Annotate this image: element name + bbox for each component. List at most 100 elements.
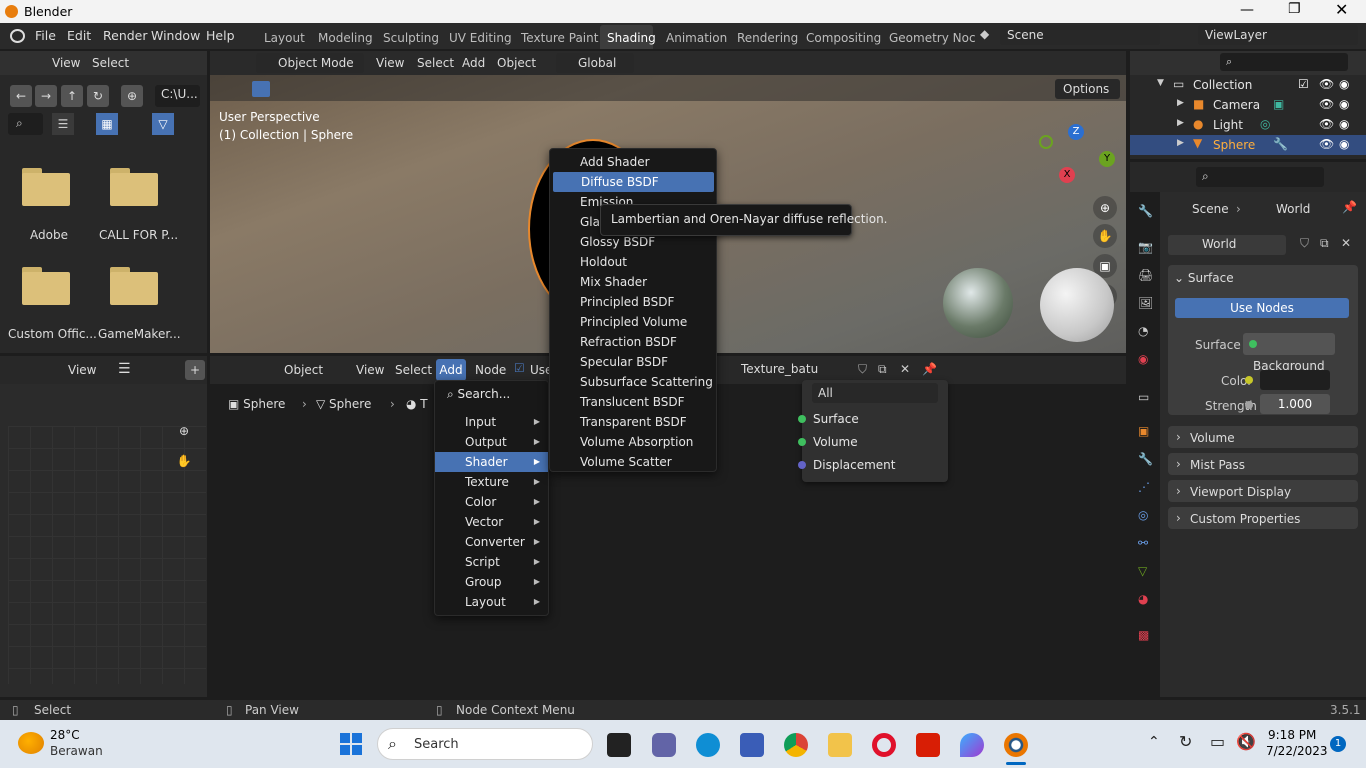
unlink-icon[interactable]: ✕ [900, 362, 910, 376]
folder-label[interactable]: CALL FOR P... [99, 228, 178, 242]
collection-tab-icon[interactable]: ▭ [1138, 390, 1149, 404]
display-list-icon[interactable]: ☰ [52, 113, 74, 135]
unlink-icon[interactable]: ✕ [1341, 236, 1351, 250]
surface-shader-field[interactable]: Background [1243, 333, 1335, 373]
view-layer-tab-icon[interactable]: 🖼 [1138, 296, 1153, 310]
gizmo-x-axis[interactable]: X [1059, 167, 1075, 183]
visibility-icon[interactable]: 👁 [1319, 137, 1334, 151]
shader-type-dropdown[interactable]: Object [256, 360, 342, 380]
network-icon[interactable]: ▭ [1210, 732, 1225, 751]
expand-icon[interactable]: ▶ [1177, 118, 1184, 128]
particles-tab-icon[interactable]: ⋰ [1138, 480, 1150, 494]
opera-icon[interactable] [872, 733, 896, 757]
transform-orientation-dropdown[interactable]: Global [556, 53, 634, 73]
fake-user-icon[interactable]: ⛉ [858, 362, 867, 377]
gizmo-neg-y[interactable] [1039, 135, 1053, 149]
file-browser-select[interactable]: Select [92, 56, 129, 70]
add-menu-item[interactable]: Texture ▶ [435, 472, 548, 492]
surface-panel-header[interactable]: ⌄ Surface [1174, 271, 1234, 285]
object-mode-dropdown[interactable]: Object Mode [256, 53, 364, 73]
pin-icon[interactable]: 📌 [922, 362, 937, 376]
shader-menu-item[interactable]: Principled BSDF [550, 292, 716, 312]
new-image-button[interactable]: + [185, 360, 205, 380]
file-explorer-icon[interactable] [828, 733, 852, 757]
fake-user-icon[interactable]: ⛉ [1300, 236, 1309, 251]
outliner-row-selected[interactable]: ▶ ▼ Sphere 🔧 👁 ◉ [1130, 135, 1366, 155]
world-selector[interactable]: World [1168, 235, 1286, 255]
tab-rendering[interactable]: Rendering [737, 31, 798, 45]
add-menu-item[interactable]: Input ▶ [435, 412, 548, 432]
shader-menu-item[interactable]: Add Shader [550, 152, 716, 172]
world-tab-icon[interactable]: ◉ [1138, 352, 1148, 366]
texture-tab-icon[interactable]: ▩ [1138, 628, 1149, 642]
folder-label[interactable]: GameMaker... [98, 327, 181, 341]
edge-icon[interactable] [696, 733, 720, 757]
weather-icon[interactable] [18, 732, 44, 754]
node-view-menu[interactable]: View [356, 363, 384, 377]
notification-badge[interactable]: 1 [1330, 736, 1346, 752]
material-tab-icon[interactable]: ◕ [1138, 592, 1148, 606]
outliner-row[interactable]: ▼ ▭ Collection ☑ 👁 ◉ [1130, 75, 1366, 95]
folder-label[interactable]: Adobe [30, 228, 68, 242]
outliner-item-label[interactable]: Light [1213, 118, 1243, 132]
light-data-icon[interactable]: ◎ [1260, 117, 1270, 131]
weather-condition[interactable]: Berawan [50, 744, 103, 758]
maximize-button[interactable]: ❐ [1288, 1, 1301, 17]
visibility-icon[interactable]: 👁 [1319, 77, 1334, 91]
outliner-item-label[interactable]: Collection [1193, 78, 1252, 92]
physics-tab-icon[interactable]: ◎ [1138, 508, 1148, 522]
gizmo-y-axis[interactable]: Y [1099, 151, 1115, 167]
start-button[interactable] [340, 733, 362, 755]
checkbox-icon[interactable]: ☑ [1298, 77, 1309, 91]
scene-tab-icon[interactable]: ◔ [1138, 324, 1148, 338]
shader-menu-item[interactable]: Transparent BSDF [550, 412, 716, 432]
zoom-icon[interactable]: ⊕ [172, 419, 196, 443]
folder-icon[interactable] [22, 267, 70, 305]
outliner-item-label[interactable]: Camera [1213, 98, 1260, 112]
material-output-node[interactable]: All Surface Volume Displacement [798, 380, 948, 482]
shader-menu-item[interactable]: Subsurface Scattering [550, 372, 716, 392]
tab-shading[interactable]: Shading [607, 31, 656, 45]
shader-menu-item[interactable]: Principled Volume [550, 312, 716, 332]
expand-icon[interactable]: ▼ [1157, 78, 1164, 88]
image-editor[interactable]: View ☰ + ⊕ ✋ [0, 356, 207, 697]
node-add-menu[interactable]: Add [436, 359, 466, 381]
use-nodes-button[interactable]: Use Nodes [1175, 298, 1349, 318]
pin-icon[interactable]: 📌 [1342, 200, 1357, 214]
mist-pass-panel[interactable]: Mist Pass › [1168, 453, 1358, 475]
folder-icon[interactable] [110, 168, 158, 206]
constraints-tab-icon[interactable]: ⚯ [1138, 536, 1148, 550]
tab-layout[interactable]: Layout [264, 31, 305, 45]
outliner-row[interactable]: ▶ ● Light ◎ 👁 ◉ [1130, 115, 1366, 135]
add-menu-item[interactable]: Script ▶ [435, 552, 548, 572]
color-swatch[interactable] [1260, 370, 1330, 390]
blender-taskbar-icon[interactable] [1004, 733, 1028, 757]
taskbar-date[interactable]: 7/22/2023 [1266, 744, 1328, 758]
add-menu-search[interactable]: ⌕ Search... [435, 384, 548, 404]
modifier-tab-icon[interactable]: 🔧 [1138, 452, 1153, 466]
add-menu-item[interactable]: Color ▶ [435, 492, 548, 512]
duplicate-icon[interactable]: ⧉ [1320, 236, 1329, 251]
select-box-icon[interactable] [252, 81, 270, 97]
node-node-menu[interactable]: Node [475, 363, 506, 377]
add-menu-item[interactable]: Layout ▶ [435, 592, 548, 612]
visibility-icon[interactable]: 👁 [1319, 97, 1334, 111]
weather-temperature[interactable]: 28°C [50, 728, 80, 742]
refresh-icon[interactable]: ↻ [87, 85, 109, 107]
close-button[interactable]: ✕ [1335, 0, 1348, 19]
path-field[interactable]: C:\U... [155, 85, 200, 107]
volume-icon[interactable]: 🔇 [1236, 732, 1256, 751]
parent-dir-icon[interactable]: ↑ [61, 85, 83, 107]
menu-help[interactable]: Help [206, 28, 235, 43]
filter-icon[interactable]: ▽ [152, 113, 174, 135]
tab-geometry-nodes[interactable]: Geometry Noc [889, 31, 976, 45]
add-menu-item[interactable]: Vector ▶ [435, 512, 548, 532]
viewport-object-menu[interactable]: Object [497, 56, 536, 70]
viewport-view-menu[interactable]: View [376, 56, 404, 70]
modifier-icon[interactable]: 🔧 [1273, 137, 1288, 151]
add-menu-item[interactable]: Shader ▶ [435, 452, 548, 472]
chrome-icon[interactable] [784, 733, 808, 757]
outliner-row[interactable]: ▶ ■ Camera ▣ 👁 ◉ [1130, 95, 1366, 115]
shader-menu-item[interactable]: Diffuse BSDF [553, 172, 714, 192]
forward-icon[interactable]: → [35, 85, 57, 107]
